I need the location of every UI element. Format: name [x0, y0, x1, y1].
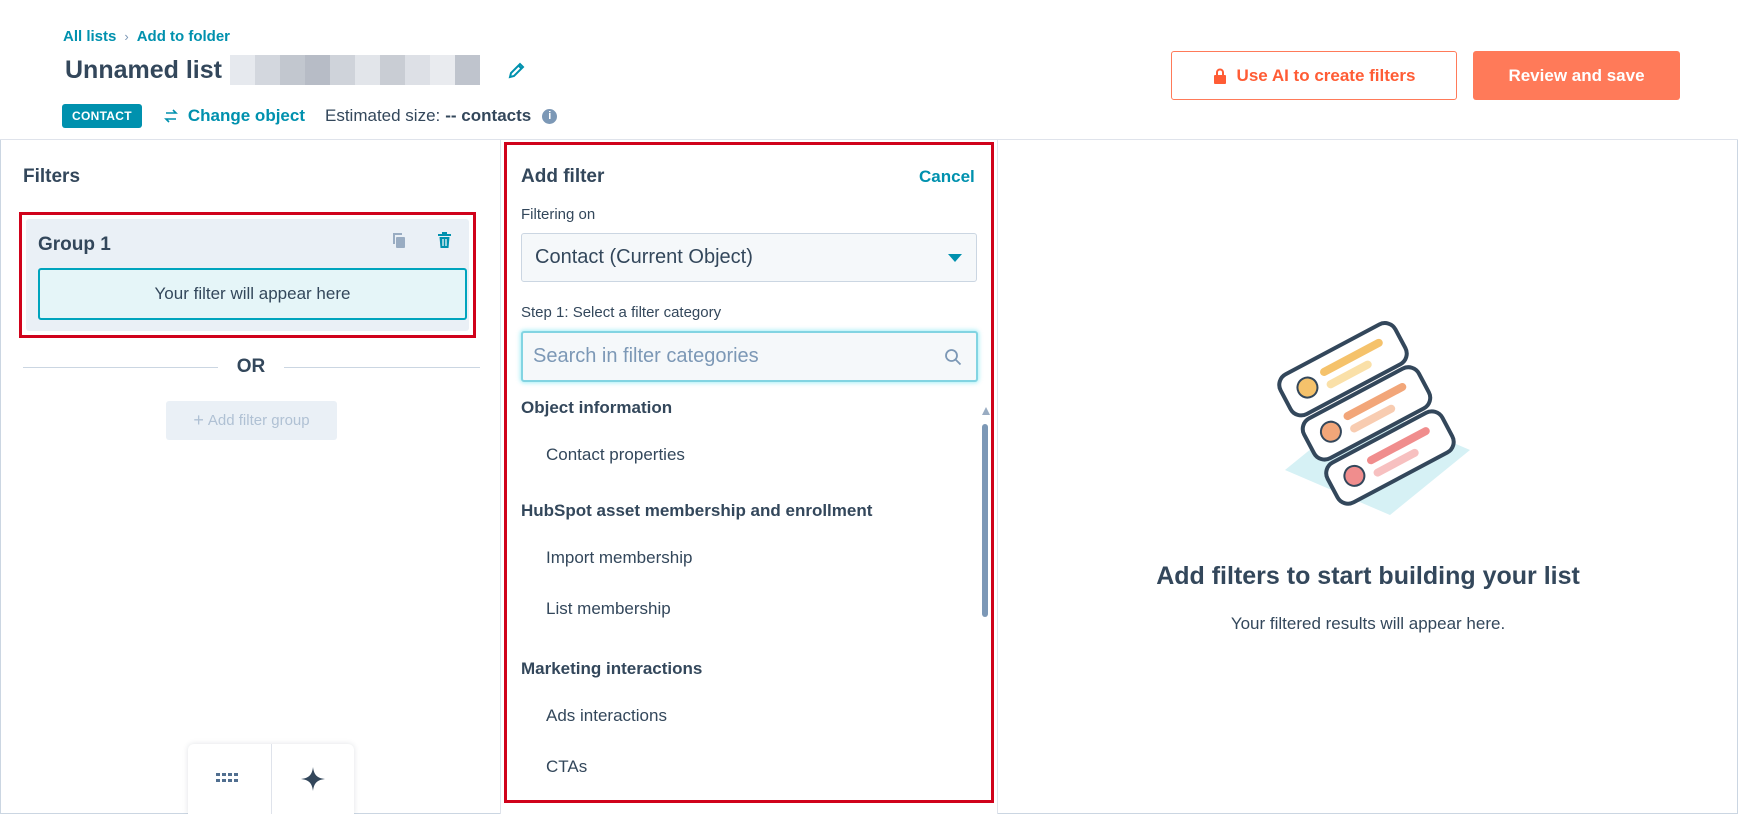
filtering-on-value: Contact (Current Object)	[535, 246, 753, 268]
filters-title: Filters	[23, 166, 81, 187]
breadcrumb-add-to-folder[interactable]: Add to folder	[137, 28, 230, 45]
search-icon	[945, 348, 962, 365]
category-heading: Object information	[521, 398, 673, 417]
scrollbar-thumb[interactable]	[982, 424, 988, 617]
filtering-on-label: Filtering on	[521, 206, 596, 223]
filter-category-list: Object information Contact properties Hu…	[521, 395, 981, 803]
category-item-ctas[interactable]: CTAs	[521, 754, 981, 780]
list-illustration	[1277, 321, 1470, 515]
page-title[interactable]: Unnamed list	[65, 56, 222, 85]
category-item-list-membership[interactable]: List membership	[521, 596, 981, 622]
keyboard-button[interactable]	[188, 744, 271, 814]
sparkle-icon	[300, 767, 325, 791]
or-label: OR	[218, 356, 284, 378]
pencil-icon[interactable]	[506, 59, 528, 81]
object-meta-row: CONTACT Change object Estimated size: --…	[62, 103, 558, 129]
bottom-toolbar	[188, 744, 354, 814]
page-header: All lists › Add to folder Unnamed list C…	[0, 0, 1738, 140]
breadcrumb-separator: ›	[124, 29, 129, 44]
copy-icon[interactable]	[391, 232, 407, 254]
scroll-up-arrow[interactable]	[982, 407, 990, 415]
review-and-save-button[interactable]: Review and save	[1473, 51, 1680, 100]
breadcrumb: All lists › Add to folder	[63, 28, 230, 45]
cancel-button[interactable]: Cancel	[919, 167, 975, 187]
object-badge: CONTACT	[62, 104, 142, 128]
ai-sparkle-button[interactable]	[272, 744, 355, 814]
search-input[interactable]	[533, 345, 944, 368]
estimated-size-label: Estimated size:	[325, 106, 441, 125]
keyboard-icon	[216, 773, 239, 782]
empty-state-subtitle: Your filtered results will appear here.	[1230, 614, 1506, 633]
swap-icon	[163, 109, 178, 123]
estimated-size-value: -- contacts	[445, 106, 532, 125]
use-ai-button[interactable]: Use AI to create filters	[1171, 51, 1457, 100]
estimated-size: Estimated size: -- contacts i	[325, 106, 558, 126]
plus-icon: +	[193, 410, 204, 430]
change-object-label: Change object	[187, 106, 305, 125]
breadcrumb-all-lists[interactable]: All lists	[63, 28, 116, 45]
category-heading: HubSpot asset membership and enrollment	[521, 501, 873, 520]
filter-placeholder: Your filter will appear here	[38, 268, 467, 320]
filter-group-card: Group 1 Your filter will appear here	[26, 219, 469, 331]
step-label: Step 1: Select a filter category	[521, 304, 722, 321]
category-item-ads-interactions[interactable]: Ads interactions	[521, 703, 981, 729]
change-object-button[interactable]: Change object	[163, 106, 305, 126]
caret-down-icon	[948, 253, 962, 262]
redacted-name	[229, 55, 480, 85]
info-icon[interactable]: i	[542, 108, 558, 124]
category-heading: Marketing interactions	[521, 659, 703, 678]
add-filter-group-button[interactable]: + Add filter group	[166, 401, 337, 440]
add-filter-group-label: Add filter group	[207, 412, 310, 429]
trash-icon[interactable]	[437, 232, 452, 254]
filtering-on-select[interactable]: Contact (Current Object)	[521, 233, 977, 282]
use-ai-label: Use AI to create filters	[1236, 65, 1416, 85]
lock-icon	[1213, 68, 1226, 84]
group-title: Group 1	[38, 234, 111, 255]
empty-state-title: Add filters to start building your list	[1156, 562, 1580, 590]
category-item-contact-properties[interactable]: Contact properties	[521, 442, 981, 468]
category-item-import-membership[interactable]: Import membership	[521, 545, 981, 571]
add-filter-title: Add filter	[521, 166, 605, 187]
title-row: Unnamed list	[65, 55, 528, 85]
search-field[interactable]	[521, 331, 978, 382]
